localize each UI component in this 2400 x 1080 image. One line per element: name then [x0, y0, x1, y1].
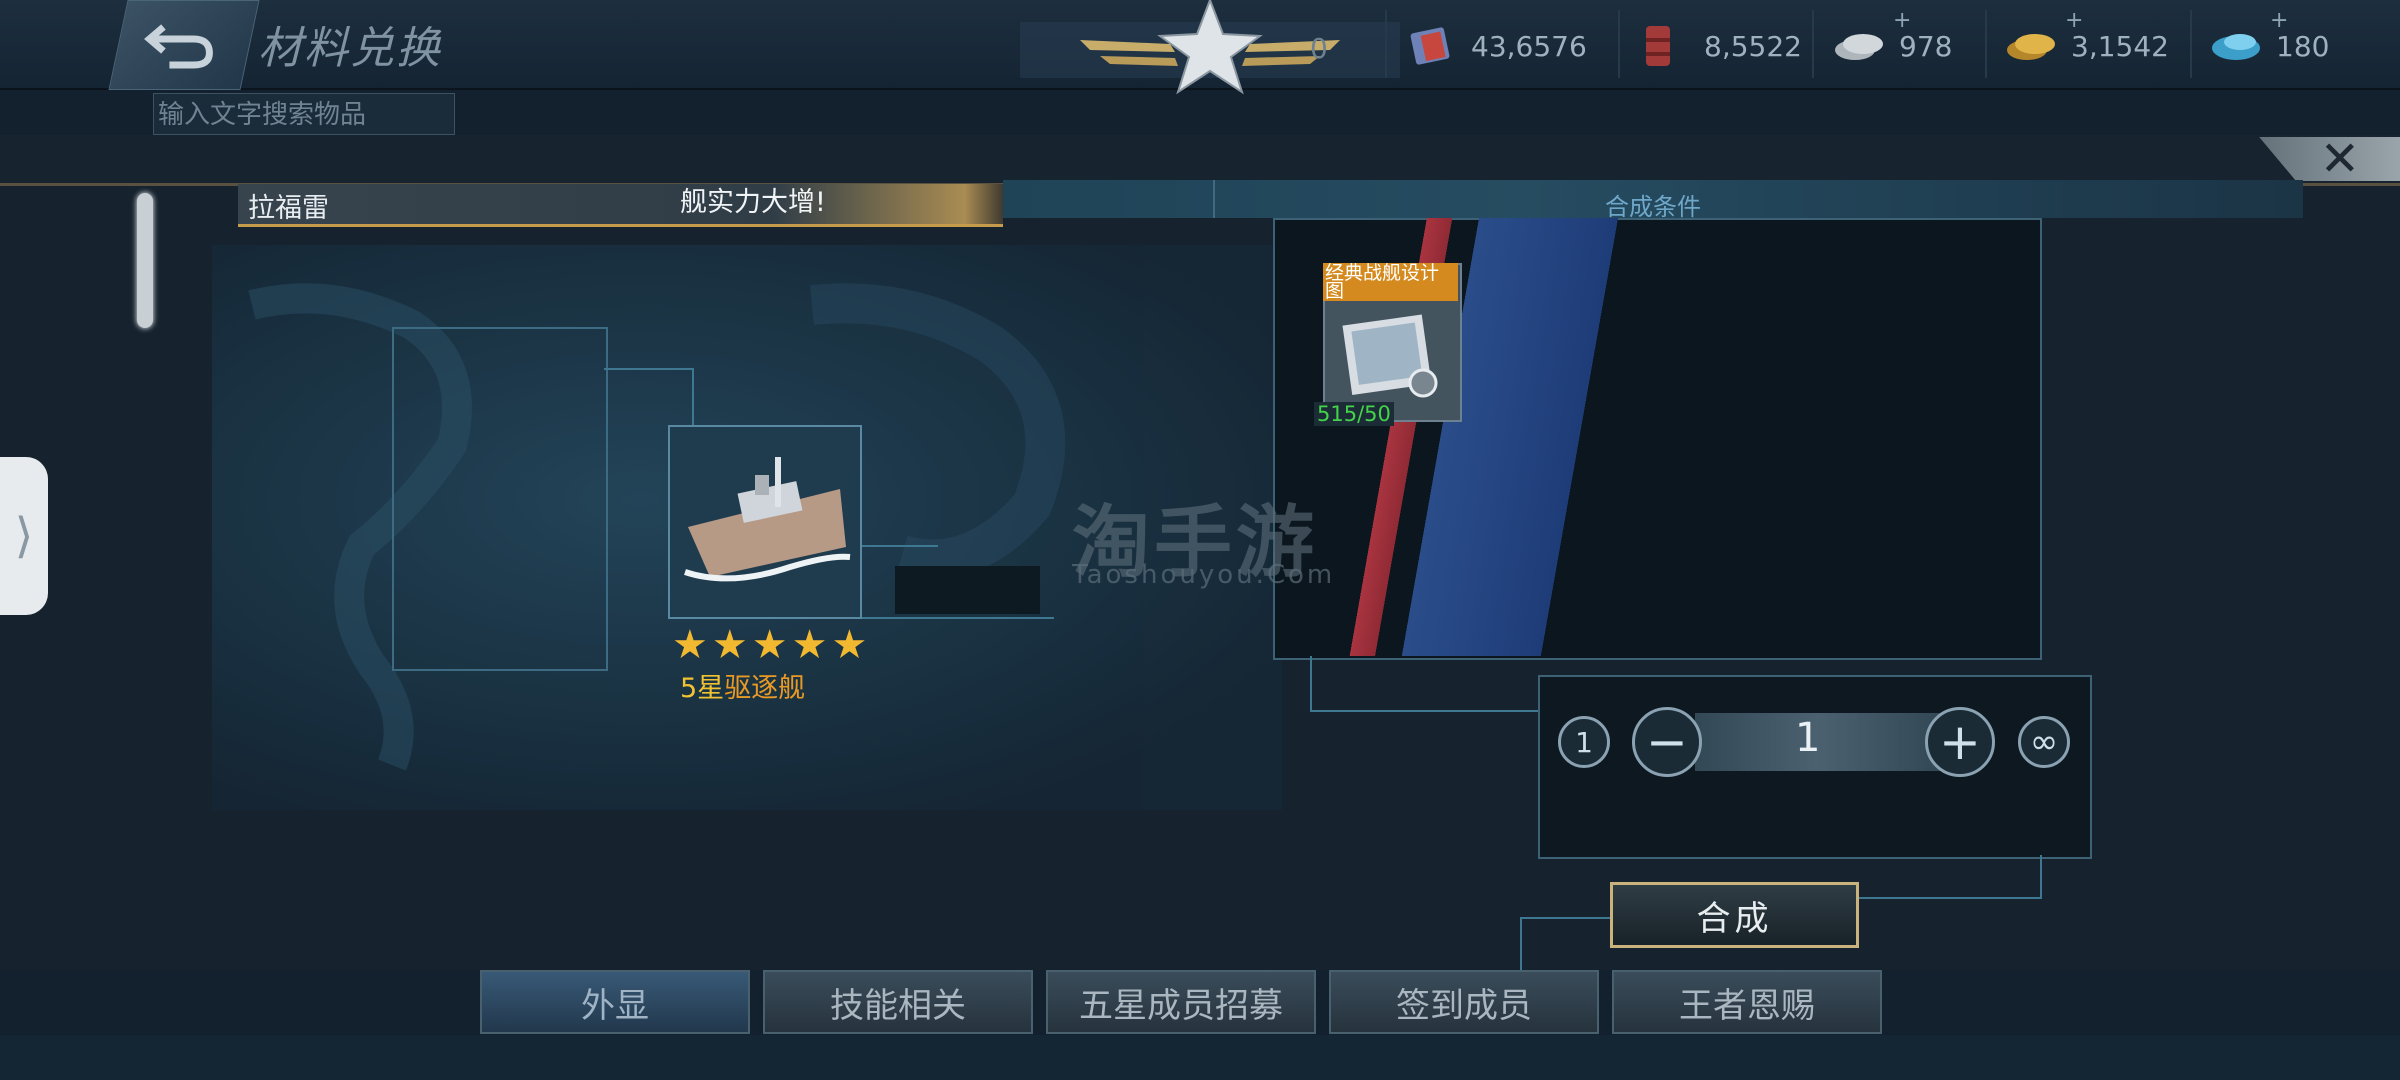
star-icon: ★ [831, 622, 868, 668]
add-gold-icon[interactable]: + [2065, 8, 2083, 33]
connector-line [1310, 710, 1540, 712]
minus-icon: − [1646, 713, 1688, 771]
tab-skills[interactable]: 技能相关 [763, 970, 1033, 1034]
tab-royal-grace[interactable]: 王者恩赐 [1612, 970, 1882, 1034]
material-name: 经典战舰设计图 [1323, 263, 1458, 301]
divider [1385, 10, 1387, 78]
category-tabs: 外显 技能相关 五星成员招募 签到成员 王者恩赐 [480, 970, 1882, 1035]
star-icon: ★ [711, 622, 748, 668]
fuel-barrel-icon [1646, 26, 1670, 66]
ship-rank: 5星驱逐舰 [680, 666, 805, 705]
material-count: 515/50 [1314, 402, 1394, 426]
watermark-url: Taoshouyou.Com [1072, 560, 1336, 590]
divider [1985, 10, 1987, 78]
ship-name: 拉福雷 [248, 193, 329, 224]
resource-value: 180 [2276, 29, 2330, 63]
rank-type-text: 驱逐舰 [724, 673, 806, 704]
resource-value: 978 [1899, 29, 1953, 63]
close-icon: ✕ [2319, 131, 2360, 187]
tab-checkin-members[interactable]: 签到成员 [1329, 970, 1599, 1034]
max-quantity-button[interactable]: ∞ [2018, 716, 2070, 768]
connector-line [1310, 656, 1312, 711]
modal-top-strip [0, 135, 2400, 186]
resource-value: 0 [1310, 32, 1328, 65]
quantity-value[interactable]: 1 [1795, 715, 1820, 761]
back-arrow-icon [144, 24, 213, 69]
connector-line [1520, 917, 1610, 919]
star-rating: ★ ★ ★ ★ ★ [672, 622, 867, 668]
divider [1618, 10, 1620, 78]
search-input[interactable]: 输入文字搜索物品 [153, 93, 455, 135]
add-gems-icon[interactable]: + [2270, 8, 2288, 33]
ship-slogan: 舰实力大增! [680, 187, 826, 218]
connector-line [858, 545, 938, 547]
page-title: 材料兑换 [258, 23, 442, 74]
destroyer-ship-icon [684, 457, 851, 582]
compose-button[interactable]: 合成 [1610, 882, 1859, 948]
map-label-box [895, 566, 1040, 614]
connector-line [692, 368, 694, 428]
blue-gems-icon [2212, 34, 2260, 60]
bottom-bar [0, 1035, 2400, 1080]
connector-line [604, 368, 694, 370]
side-expand-tab[interactable]: ⟩ [0, 457, 48, 615]
map-frame [392, 327, 608, 671]
scrollbar-thumb[interactable] [137, 193, 153, 328]
divider [2190, 10, 2192, 78]
tab-five-star-recruit[interactable]: 五星成员招募 [1046, 970, 1316, 1034]
resource-value: 43,6576 [1471, 29, 1587, 63]
rank-emblem-icon [1020, 0, 1400, 95]
connector-line [1520, 917, 1522, 972]
supply-crate-icon [1410, 27, 1450, 65]
resource-value: 8,5522 [1704, 29, 1802, 63]
connector-line [858, 617, 1054, 619]
resource-supply: 43,6576 [1405, 22, 1587, 70]
conditions-label: 合成条件 [1605, 193, 1701, 221]
increase-button[interactable]: + [1925, 707, 1995, 777]
ship-name-bar [238, 184, 1003, 227]
add-silver-icon[interactable]: + [1893, 8, 1911, 33]
resource-silver[interactable]: + 978 [1833, 8, 1953, 70]
plus-icon: + [1939, 713, 1981, 771]
resource-gems[interactable]: + 180 [2210, 8, 2330, 70]
star-icon: ★ [672, 622, 708, 668]
min-quantity-button[interactable]: 1 [1558, 716, 1610, 768]
back-button[interactable] [108, 0, 260, 90]
star-icon: ★ [751, 622, 788, 668]
infinity-icon: ∞ [2029, 722, 2059, 762]
connector-line [2040, 855, 2042, 897]
resource-gold[interactable]: + 3,1542 [2005, 8, 2169, 70]
resource-value: 3,1542 [2071, 29, 2169, 63]
star-icon: ★ [791, 622, 828, 668]
ship-portrait[interactable] [668, 425, 862, 619]
rank-star-text: 5星 [680, 673, 725, 704]
divider [1213, 180, 1215, 218]
tab-appearance[interactable]: 外显 [480, 970, 750, 1034]
connector-line [1855, 897, 2042, 899]
gold-coins-icon [2007, 34, 2055, 60]
divider [1812, 10, 1814, 78]
resource-fuel: 8,5522 [1638, 22, 1802, 70]
silver-coins-icon [1835, 34, 1883, 60]
decrease-button[interactable]: − [1632, 707, 1702, 777]
min-icon: 1 [1575, 725, 1593, 759]
